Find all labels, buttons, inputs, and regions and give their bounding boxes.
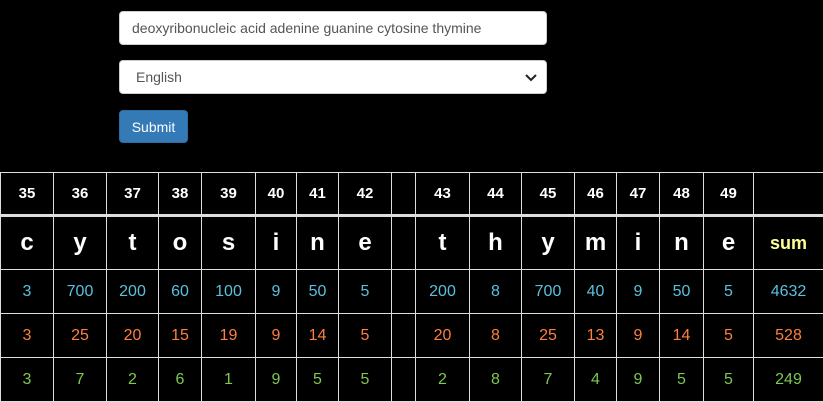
separator-cell: [392, 216, 416, 270]
value-cell: 700: [522, 270, 575, 314]
separator-cell: [392, 358, 416, 402]
letter-cell: o: [159, 216, 202, 270]
value-cell: 9: [256, 314, 297, 358]
letter-cell: e: [339, 216, 392, 270]
value-row-2: 325201519914520825139145528: [1, 314, 823, 358]
value-cell: 20: [416, 314, 470, 358]
value-cell: 14: [297, 314, 339, 358]
position-cell: 41: [297, 173, 339, 216]
letter-cell: y: [54, 216, 107, 270]
value-cell: 50: [297, 270, 339, 314]
value-cell: 4: [575, 358, 617, 402]
position-cell: 43: [416, 173, 470, 216]
letter-cell: y: [522, 216, 575, 270]
value-cell: 5: [339, 358, 392, 402]
value-row-3: 372619552874955249: [1, 358, 823, 402]
letter-cell: t: [107, 216, 159, 270]
position-cell: 37: [107, 173, 159, 216]
value-cell: 8: [470, 270, 522, 314]
language-select[interactable]: English: [119, 60, 547, 94]
position-row: 3536373839404142 43444546474849: [1, 173, 823, 216]
position-cell: 38: [159, 173, 202, 216]
position-cell: 39: [202, 173, 256, 216]
separator-cell: [754, 173, 823, 216]
letter-cell: s: [202, 216, 256, 270]
position-cell: 49: [704, 173, 754, 216]
value-cell: 5: [660, 358, 704, 402]
value-cell: 2: [416, 358, 470, 402]
value-cell: 9: [617, 358, 660, 402]
value-cell: 3: [1, 358, 54, 402]
position-cell: 36: [54, 173, 107, 216]
position-cell: 35: [1, 173, 54, 216]
letter-cell: e: [704, 216, 754, 270]
position-cell: 45: [522, 173, 575, 216]
letter-row: cytosinethyminesum: [1, 216, 823, 270]
value-cell: 50: [660, 270, 704, 314]
value-cell: 5: [704, 314, 754, 358]
value-cell: 13: [575, 314, 617, 358]
value-cell: 7: [522, 358, 575, 402]
position-cell: 44: [470, 173, 522, 216]
value-cell: 20: [107, 314, 159, 358]
value-row-1: 370020060100950520087004095054632: [1, 270, 823, 314]
separator-cell: [392, 314, 416, 358]
value-cell: 5: [704, 358, 754, 402]
value-cell: 8: [470, 314, 522, 358]
letter-cell: h: [470, 216, 522, 270]
value-cell: 3: [1, 314, 54, 358]
value-cell: 9: [617, 314, 660, 358]
position-cell: 47: [617, 173, 660, 216]
value-cell: 14: [660, 314, 704, 358]
language-select-value: English: [136, 69, 182, 85]
value-cell: 15: [159, 314, 202, 358]
position-cell: 46: [575, 173, 617, 216]
value-cell: 5: [339, 270, 392, 314]
letter-cell: m: [575, 216, 617, 270]
value-cell: 8: [470, 358, 522, 402]
separator-cell: [392, 270, 416, 314]
gematria-table: 353637383940414243444546474849 cytosinet…: [0, 172, 823, 402]
value-cell: 200: [416, 270, 470, 314]
value-cell: 19: [202, 314, 256, 358]
value-cell: 5: [704, 270, 754, 314]
value-cell: 9: [256, 270, 297, 314]
position-cell: 42: [339, 173, 392, 216]
phrase-input[interactable]: [119, 11, 547, 45]
value-cell: 25: [522, 314, 575, 358]
letter-cell: n: [297, 216, 339, 270]
value-cell: 9: [617, 270, 660, 314]
submit-button[interactable]: Submit: [119, 110, 188, 143]
letter-cell: t: [416, 216, 470, 270]
gematria-form: English Submit: [119, 11, 547, 143]
value-cell: 60: [159, 270, 202, 314]
value-cell: 7: [54, 358, 107, 402]
value-cell: 3: [1, 270, 54, 314]
sum-cell: 249: [754, 358, 823, 402]
sum-cell: 4632: [754, 270, 823, 314]
letter-cell: i: [256, 216, 297, 270]
separator-cell: [392, 173, 416, 216]
position-cell: 48: [660, 173, 704, 216]
letter-cell: c: [1, 216, 54, 270]
letter-cell: i: [617, 216, 660, 270]
value-cell: 5: [297, 358, 339, 402]
value-cell: 700: [54, 270, 107, 314]
sum-label: sum: [754, 216, 823, 270]
value-cell: 25: [54, 314, 107, 358]
chevron-down-icon: [524, 70, 538, 84]
value-cell: 40: [575, 270, 617, 314]
letter-cell: n: [660, 216, 704, 270]
value-cell: 9: [256, 358, 297, 402]
value-cell: 6: [159, 358, 202, 402]
value-cell: 200: [107, 270, 159, 314]
value-cell: 2: [107, 358, 159, 402]
value-cell: 1: [202, 358, 256, 402]
position-cell: 40: [256, 173, 297, 216]
value-cell: 5: [339, 314, 392, 358]
sum-cell: 528: [754, 314, 823, 358]
value-cell: 100: [202, 270, 256, 314]
